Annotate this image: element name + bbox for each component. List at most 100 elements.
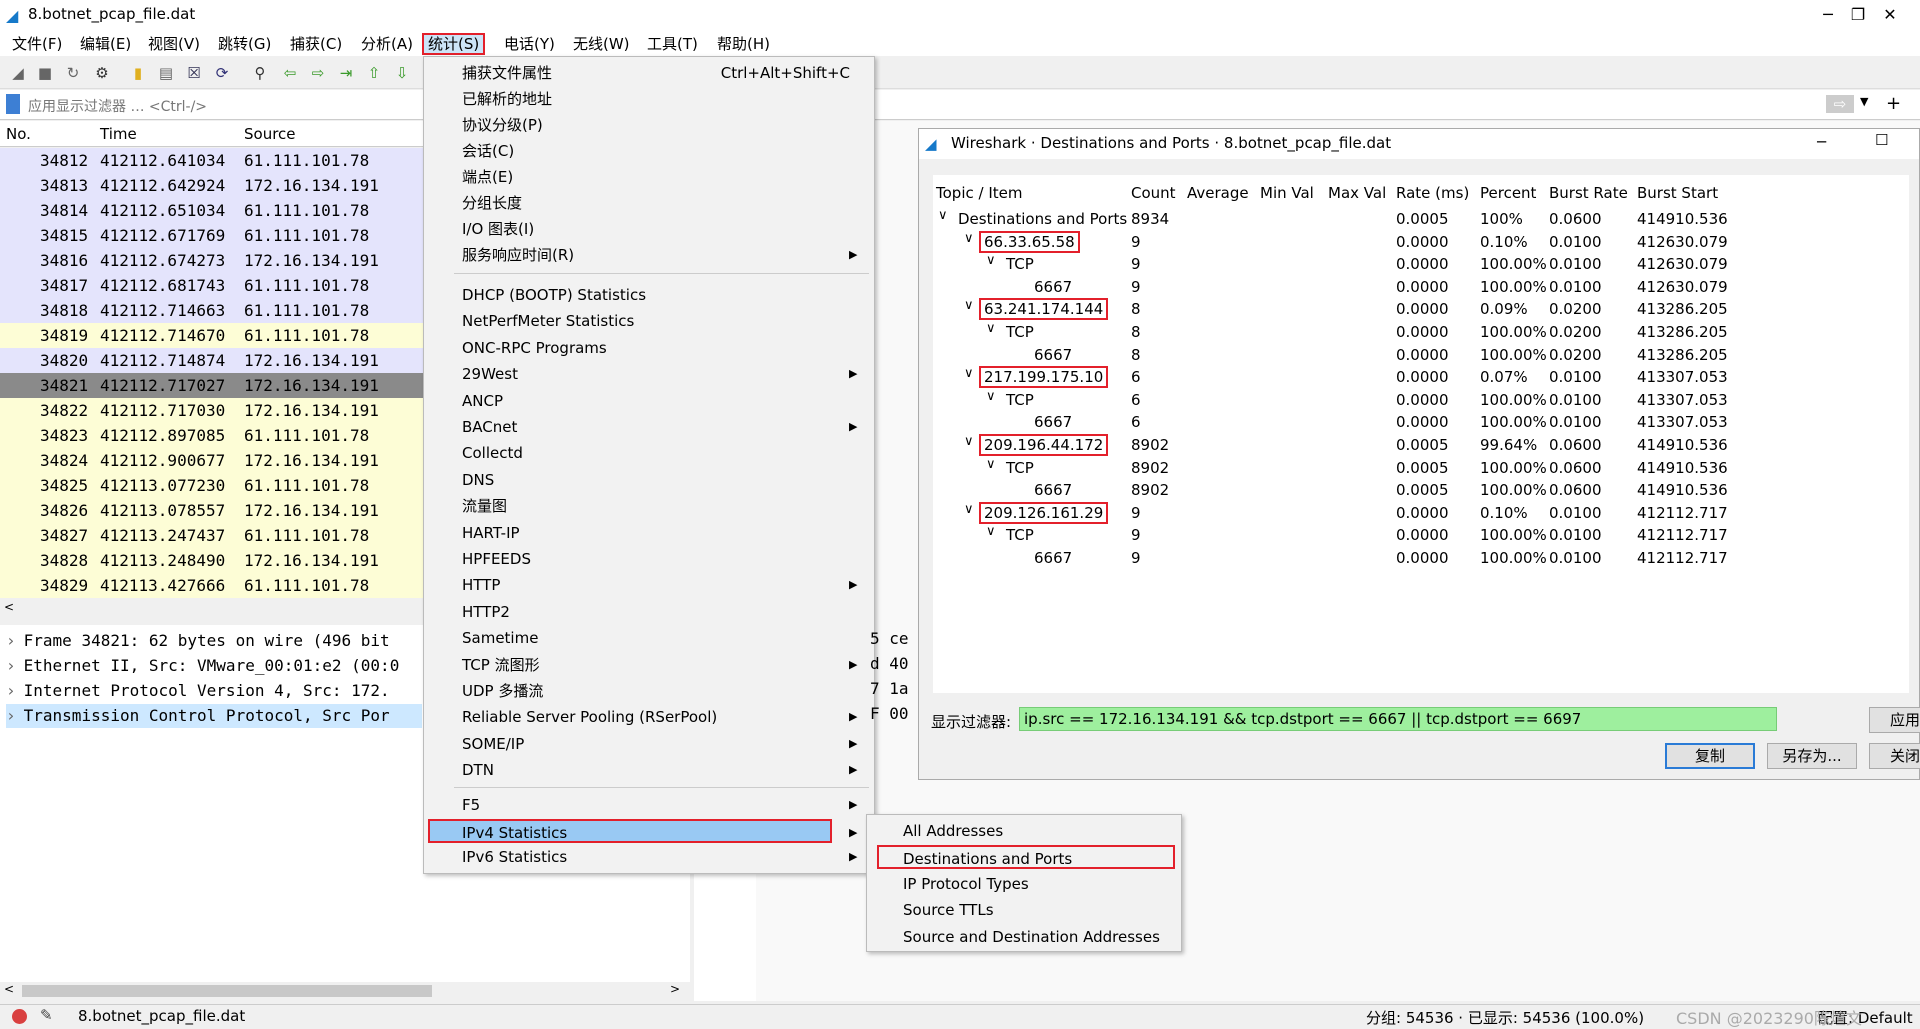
tree-expander-icon[interactable]: ∨ (986, 253, 996, 268)
stats-col-header[interactable]: Percent (1480, 184, 1536, 202)
dialog-minimize-button[interactable]: ─ (1817, 133, 1826, 151)
stats-item[interactable]: 6667 (1034, 549, 1072, 567)
stats-menu-item[interactable]: 端点(E) (424, 165, 874, 189)
stats-item[interactable]: 209.196.44.172 (979, 434, 1109, 456)
menu-wireless[interactable]: 无线(W) (569, 33, 634, 55)
stats-menu-item[interactable]: ANCP (424, 389, 874, 413)
expand-arrow-icon[interactable]: › (6, 706, 16, 725)
menu-file[interactable]: 文件(F) (8, 33, 66, 55)
stats-menu-item[interactable]: F5 ▶ (424, 793, 874, 817)
stats-menu-item[interactable]: DHCP (BOOTP) Statistics (424, 283, 874, 307)
stats-menu-item[interactable]: HPFEEDS (424, 547, 874, 571)
stats-item[interactable]: 209.126.161.29 (979, 501, 1109, 524)
apply-button[interactable]: 应用 (1869, 707, 1920, 733)
detail-row[interactable]: › Ethernet II, Src: VMware_00:01:e2 (00:0 (6, 654, 422, 678)
stats-item[interactable]: 6667 (1034, 278, 1072, 296)
detail-row[interactable]: › Frame 34821: 62 bytes on wire (496 bit (6, 629, 422, 653)
close-file-icon[interactable]: ☒ (184, 63, 204, 83)
menu-analyze[interactable]: 分析(A) (357, 33, 417, 55)
tree-expander-icon[interactable]: ∨ (938, 208, 948, 223)
stats-item[interactable]: TCP (1006, 391, 1034, 409)
menu-edit[interactable]: 编辑(E) (76, 33, 135, 55)
start-capture-icon[interactable]: ◢ (8, 63, 28, 83)
bookmark-icon[interactable] (6, 94, 20, 114)
col-no[interactable]: No. (6, 125, 31, 143)
stats-menu-item[interactable]: 29West ▶ (424, 362, 874, 386)
expand-arrow-icon[interactable]: › (6, 656, 16, 675)
stats-menu-item[interactable]: TCP 流图形 ▶ (424, 653, 874, 677)
go-back-icon[interactable]: ⇦ (280, 63, 300, 83)
stats-col-header[interactable]: Topic / Item (936, 184, 1022, 202)
stats-menu-item[interactable]: 协议分级(P) (424, 113, 874, 137)
stop-capture-icon[interactable]: ■ (35, 63, 55, 83)
tree-expander-icon[interactable]: ∨ (964, 366, 974, 381)
stats-item[interactable]: TCP (1006, 459, 1034, 477)
close-dialog-button[interactable]: 关闭 (1869, 743, 1920, 769)
stats-col-header[interactable]: Rate (ms) (1396, 184, 1469, 202)
stats-menu-item[interactable]: 会话(C) (424, 139, 874, 163)
stats-menu-item[interactable]: IPv6 Statistics ▶ (424, 845, 874, 869)
restart-capture-icon[interactable]: ↻ (63, 63, 83, 83)
stats-col-header[interactable]: Min Val (1260, 184, 1314, 202)
stats-item[interactable]: TCP (1006, 323, 1034, 341)
add-filter-button-icon[interactable]: + (1886, 93, 1901, 114)
dialog-filter-input[interactable]: ip.src == 172.16.134.191 && tcp.dstport … (1019, 707, 1777, 731)
stats-menu-item[interactable]: I/O 图表(I) (424, 217, 874, 241)
details-hscroll[interactable]: < > (0, 982, 690, 1000)
copy-button[interactable]: 复制 (1665, 743, 1755, 769)
menu-help[interactable]: 帮助(H) (713, 33, 774, 55)
detail-row[interactable]: › Internet Protocol Version 4, Src: 172. (6, 679, 422, 703)
tree-expander-icon[interactable]: ∨ (986, 457, 996, 472)
stats-item[interactable]: Destinations and Ports (958, 210, 1127, 228)
stats-col-header[interactable]: Count (1131, 184, 1176, 202)
stats-menu-item[interactable]: ONC-RPC Programs (424, 336, 874, 360)
edit-comment-icon[interactable]: ✎ (40, 1006, 53, 1024)
stats-item[interactable]: 6667 (1034, 481, 1072, 499)
stats-menu-item[interactable]: 流量图 (424, 494, 874, 518)
reload-file-icon[interactable]: ⟳ (212, 63, 232, 83)
tree-expander-icon[interactable]: ∨ (964, 231, 974, 246)
stats-menu-item[interactable]: 分组长度 (424, 191, 874, 215)
ipv4-submenu-item[interactable]: Destinations and Ports (877, 845, 1175, 870)
menu-view[interactable]: 视图(V) (144, 33, 204, 55)
tree-expander-icon[interactable]: ∨ (986, 389, 996, 404)
col-source[interactable]: Source (244, 125, 296, 143)
close-button[interactable]: ✕ (1862, 0, 1918, 30)
stats-menu-item[interactable]: HTTP2 (424, 600, 874, 624)
go-to-packet-icon[interactable]: ⇥ (336, 63, 356, 83)
stats-col-header[interactable]: Average (1187, 184, 1249, 202)
col-time[interactable]: Time (100, 125, 137, 143)
stats-menu-item[interactable]: BACnet ▶ (424, 415, 874, 439)
find-packet-icon[interactable]: ⚲ (250, 63, 270, 83)
menu-tools[interactable]: 工具(T) (643, 33, 702, 55)
save-file-icon[interactable]: ▤ (156, 63, 176, 83)
stats-item[interactable]: 63.241.174.144 (979, 298, 1109, 321)
stats-menu-item[interactable]: 服务响应时间(R) ▶ (424, 243, 874, 267)
tree-expander-icon[interactable]: ∨ (986, 321, 996, 336)
go-first-icon[interactable]: ⇧ (364, 63, 384, 83)
ipv4-submenu-item[interactable]: Source and Destination Addresses (867, 925, 1183, 949)
stats-menu-item[interactable]: Reliable Server Pooling (RSerPool) ▶ (424, 705, 874, 729)
stats-col-header[interactable]: Burst Rate (1549, 184, 1628, 202)
open-file-icon[interactable]: ▮ (128, 63, 148, 83)
stats-menu-item[interactable]: DTN ▶ (424, 758, 874, 782)
ipv4-submenu-item[interactable]: All Addresses (867, 819, 1183, 843)
stats-menu-item[interactable]: DNS (424, 468, 874, 492)
stats-item[interactable]: 6667 (1034, 346, 1072, 364)
stats-item[interactable]: 217.199.175.10 (979, 366, 1109, 389)
detail-row[interactable]: › Transmission Control Protocol, Src Por (6, 704, 422, 728)
dialog-maximize-button[interactable]: ☐ (1875, 131, 1888, 149)
stats-menu-item[interactable]: Sametime (424, 626, 874, 650)
stats-menu-item[interactable]: SOME/IP ▶ (424, 732, 874, 756)
stats-menu-item[interactable]: HTTP ▶ (424, 573, 874, 597)
tree-expander-icon[interactable]: ∨ (986, 524, 996, 539)
menu-capture[interactable]: 捕获(C) (286, 33, 346, 55)
stats-item[interactable]: TCP (1006, 526, 1034, 544)
go-forward-icon[interactable]: ⇨ (308, 63, 328, 83)
stats-col-header[interactable]: Burst Start (1637, 184, 1718, 202)
stats-menu-item[interactable]: NetPerfMeter Statistics (424, 309, 874, 333)
stats-col-header[interactable]: Max Val (1328, 184, 1386, 202)
go-last-icon[interactable]: ⇩ (392, 63, 412, 83)
save-as-button[interactable]: 另存为... (1767, 743, 1857, 769)
menu-go[interactable]: 跳转(G) (214, 33, 275, 55)
